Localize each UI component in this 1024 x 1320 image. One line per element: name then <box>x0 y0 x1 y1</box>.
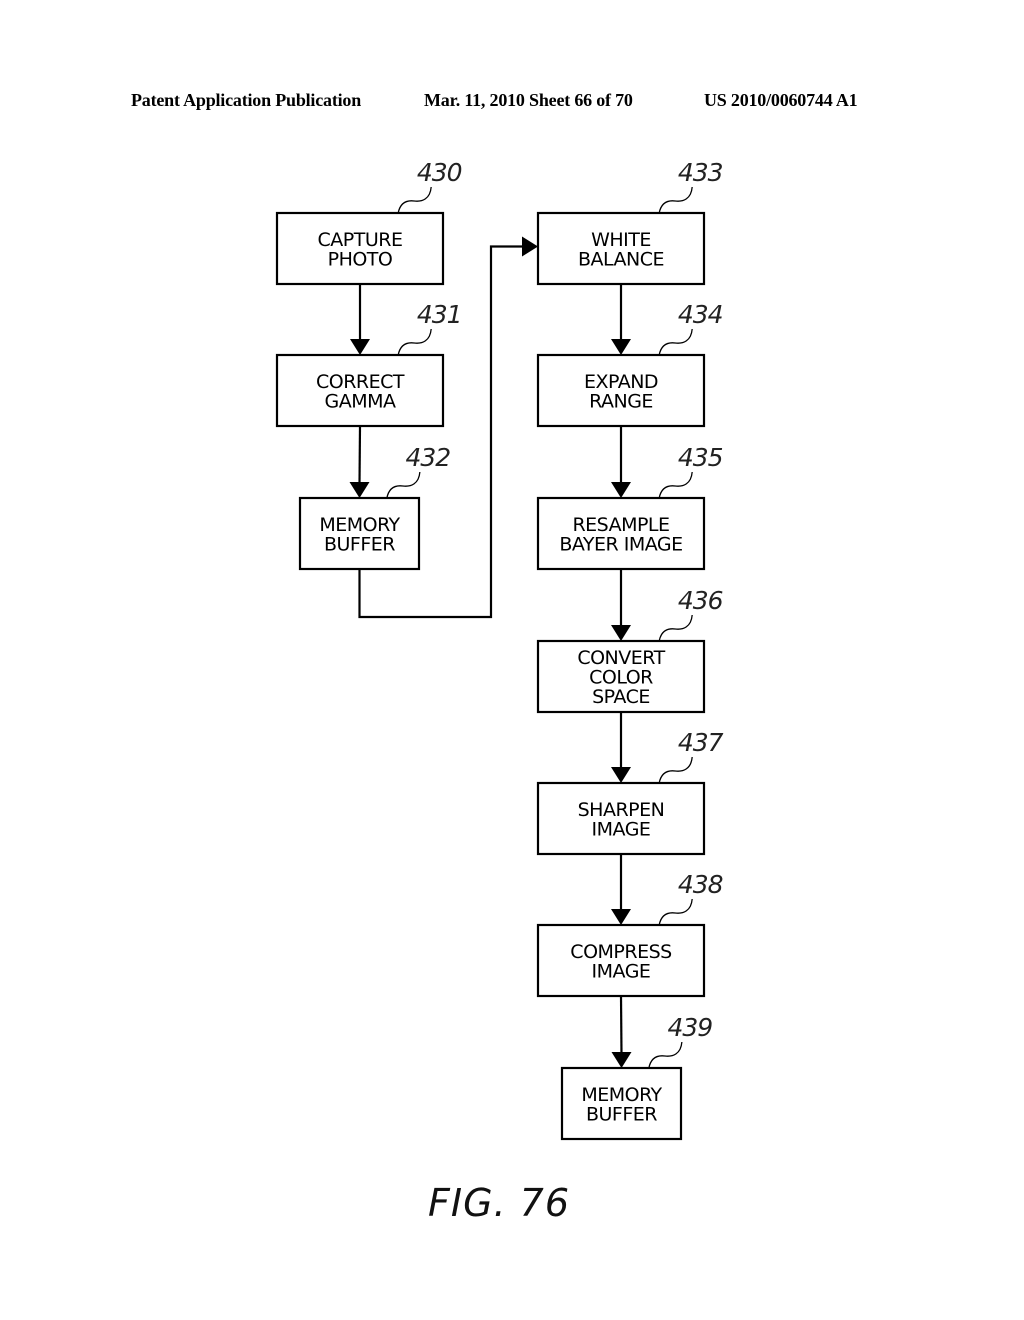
process-label-line: RANGE <box>589 390 653 412</box>
process-node-432: MEMORYBUFFER432 <box>298 443 451 571</box>
reference-leader-line <box>397 328 432 356</box>
arrowhead-icon <box>611 625 631 641</box>
reference-numeral: 438 <box>678 870 723 899</box>
process-node-435: RESAMPLEBAYER IMAGE435 <box>536 443 724 571</box>
arrowhead-icon <box>611 482 631 498</box>
process-label-line: SPACE <box>592 686 650 708</box>
arrowhead-icon <box>522 236 538 257</box>
edge-431-to-432 <box>349 425 370 498</box>
reference-leader-line <box>658 328 693 356</box>
process-label-line: BUFFER <box>324 533 395 555</box>
process-label-line: BAYER IMAGE <box>559 533 682 555</box>
arrowhead-icon <box>349 482 370 498</box>
process-node-439: MEMORYBUFFER439 <box>560 1013 713 1141</box>
reference-numeral: 439 <box>668 1013 713 1042</box>
nodes-layer: CAPTUREPHOTO430CORRECTGAMMA431MEMORYBUFF… <box>275 158 725 1141</box>
flowchart: CAPTUREPHOTO430CORRECTGAMMA431MEMORYBUFF… <box>275 158 725 1225</box>
process-node-430: CAPTUREPHOTO430 <box>275 158 463 286</box>
process-label-line: PHOTO <box>328 248 393 270</box>
reference-numeral: 433 <box>678 158 723 187</box>
arrowhead-icon <box>350 339 370 355</box>
process-node-436: CONVERTCOLORSPACE436 <box>536 586 724 714</box>
edge-436-to-437 <box>611 712 631 783</box>
reference-leader-line <box>658 756 693 784</box>
reference-numeral: 437 <box>678 728 724 757</box>
process-label-line: IMAGE <box>592 818 651 840</box>
edge-433-to-434 <box>611 284 631 355</box>
reference-leader-line <box>658 614 693 642</box>
reference-leader-line <box>658 471 693 499</box>
edge-434-to-435 <box>611 426 631 498</box>
arrowhead-icon <box>611 1052 632 1068</box>
edge-437-to-438 <box>611 854 631 925</box>
reference-leader-line <box>386 471 421 499</box>
edge-438-to-439 <box>611 995 632 1068</box>
process-node-438: COMPRESSIMAGE438 <box>536 870 724 998</box>
reference-leader-line <box>658 186 693 214</box>
process-node-433: WHITEBALANCE433 <box>536 158 724 286</box>
process-node-437: SHARPENIMAGE437 <box>536 728 725 856</box>
process-label-line: BUFFER <box>586 1103 657 1125</box>
process-label-line: GAMMA <box>324 390 396 412</box>
edge-430-to-431 <box>350 284 370 355</box>
process-label-line: BALANCE <box>578 248 664 270</box>
reference-leader-line <box>397 186 432 214</box>
process-node-434: EXPANDRANGE434 <box>536 300 724 428</box>
connector-line <box>619 995 623 1055</box>
reference-numeral: 434 <box>678 300 723 329</box>
process-node-431: CORRECTGAMMA431 <box>275 300 463 428</box>
edge-435-to-436 <box>611 569 631 641</box>
process-label-line: IMAGE <box>592 960 651 982</box>
reference-leader-line <box>648 1041 683 1069</box>
reference-leader-line <box>658 898 693 926</box>
arrowhead-icon <box>611 767 631 783</box>
reference-numeral: 432 <box>406 443 451 472</box>
reference-numeral: 436 <box>678 586 723 615</box>
figure-label: FIG. 76 <box>428 1181 570 1225</box>
connector-line <box>358 425 362 485</box>
arrowhead-icon <box>611 909 631 925</box>
reference-numeral: 435 <box>678 443 723 472</box>
arrowhead-icon <box>611 339 631 355</box>
reference-numeral: 430 <box>417 158 462 187</box>
reference-numeral: 431 <box>417 300 462 329</box>
